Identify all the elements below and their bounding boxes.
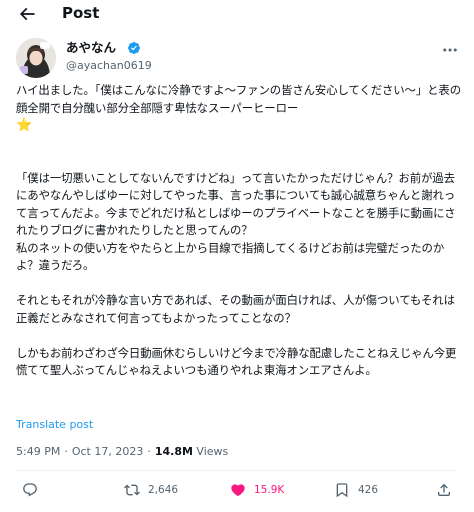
bookmark-count: 426 (358, 484, 379, 496)
retweet-button[interactable]: 2,646 (124, 482, 178, 498)
more-icon (443, 48, 457, 52)
tweet-paragraph-text: それともそれが冷静な言い方であれば、その動画が面白ければ、人が傷ついてもそれは正… (16, 293, 455, 325)
tweet-paragraph-text: ハイ出ました。「僕はこんなに冷静ですよ〜ファンの皆さん安心してください〜」と表の… (16, 83, 462, 115)
tweet-text: ハイ出ました。「僕はこんなに冷静ですよ〜ファンの皆さん安心してください〜」と表の… (16, 82, 462, 380)
bookmark-icon (336, 483, 348, 498)
back-button[interactable] (16, 3, 38, 25)
back-arrow-icon (19, 7, 35, 21)
star-emoji: ⭐ (16, 118, 33, 133)
display-name[interactable]: あやなん (66, 40, 116, 56)
share-button[interactable] (436, 482, 452, 498)
tweet-paragraph: しかもお前わざわざ今日動画休むらしいけど今まで冷静な配慮したことねえじゃん今更慌… (16, 345, 462, 380)
avatar-image (16, 38, 56, 78)
post-meta: 5:49 PM · Oct 17, 2023 · 14.8M Views (16, 444, 228, 460)
reply-button[interactable] (22, 482, 46, 498)
author-row: あやなん @ayachan0619 (16, 38, 457, 78)
meta-separator: · (64, 445, 68, 458)
page-title: Post (62, 4, 100, 22)
meta-separator: · (147, 445, 151, 458)
translate-post-link[interactable]: Translate post (16, 418, 93, 432)
handle[interactable]: @ayachan0619 (66, 58, 152, 73)
like-count: 15.9K (254, 484, 285, 496)
views-label: Views (196, 445, 229, 458)
tweet-paragraph-text: 「僕は一切悪いことしてないんですけどね」って言いたかっただけじゃん？お前が過去に… (16, 170, 456, 273)
retweet-count: 2,646 (148, 484, 179, 496)
top-bar: Post (0, 0, 474, 28)
tweet-paragraph: 「僕は一切悪いことしてないんですけどね」って言いたかっただけじゃん？お前が過去に… (16, 152, 462, 275)
like-heart-icon (231, 484, 245, 497)
tweet-paragraph: ハイ出ました。「僕はこんなに冷静ですよ〜ファンの皆さん安心してください〜」と表の… (16, 82, 462, 135)
tweet-paragraph-text: しかもお前わざわざ今日動画休むらしいけど今まで冷静な配慮したことねえじゃん今更慌… (16, 345, 457, 378)
tweet-paragraph: それともそれが冷静な言い方であれば、その動画が面白ければ、人が傷ついてもそれは正… (16, 292, 462, 327)
like-button[interactable]: 15.9K (230, 482, 284, 498)
retweet-icon (124, 484, 140, 496)
post-time[interactable]: 5:49 PM (16, 445, 60, 458)
views-count: 14.8M (154, 445, 193, 458)
post-date[interactable]: Oct 17, 2023 (72, 445, 144, 458)
bookmark-button[interactable]: 426 (334, 482, 378, 498)
share-icon (438, 483, 450, 496)
reply-icon (23, 483, 37, 497)
verified-badge-icon (128, 42, 140, 54)
divider (16, 470, 458, 471)
avatar[interactable] (16, 38, 56, 78)
more-button[interactable] (440, 40, 460, 60)
action-bar: 2,646 15.9K 426 (0, 478, 474, 506)
